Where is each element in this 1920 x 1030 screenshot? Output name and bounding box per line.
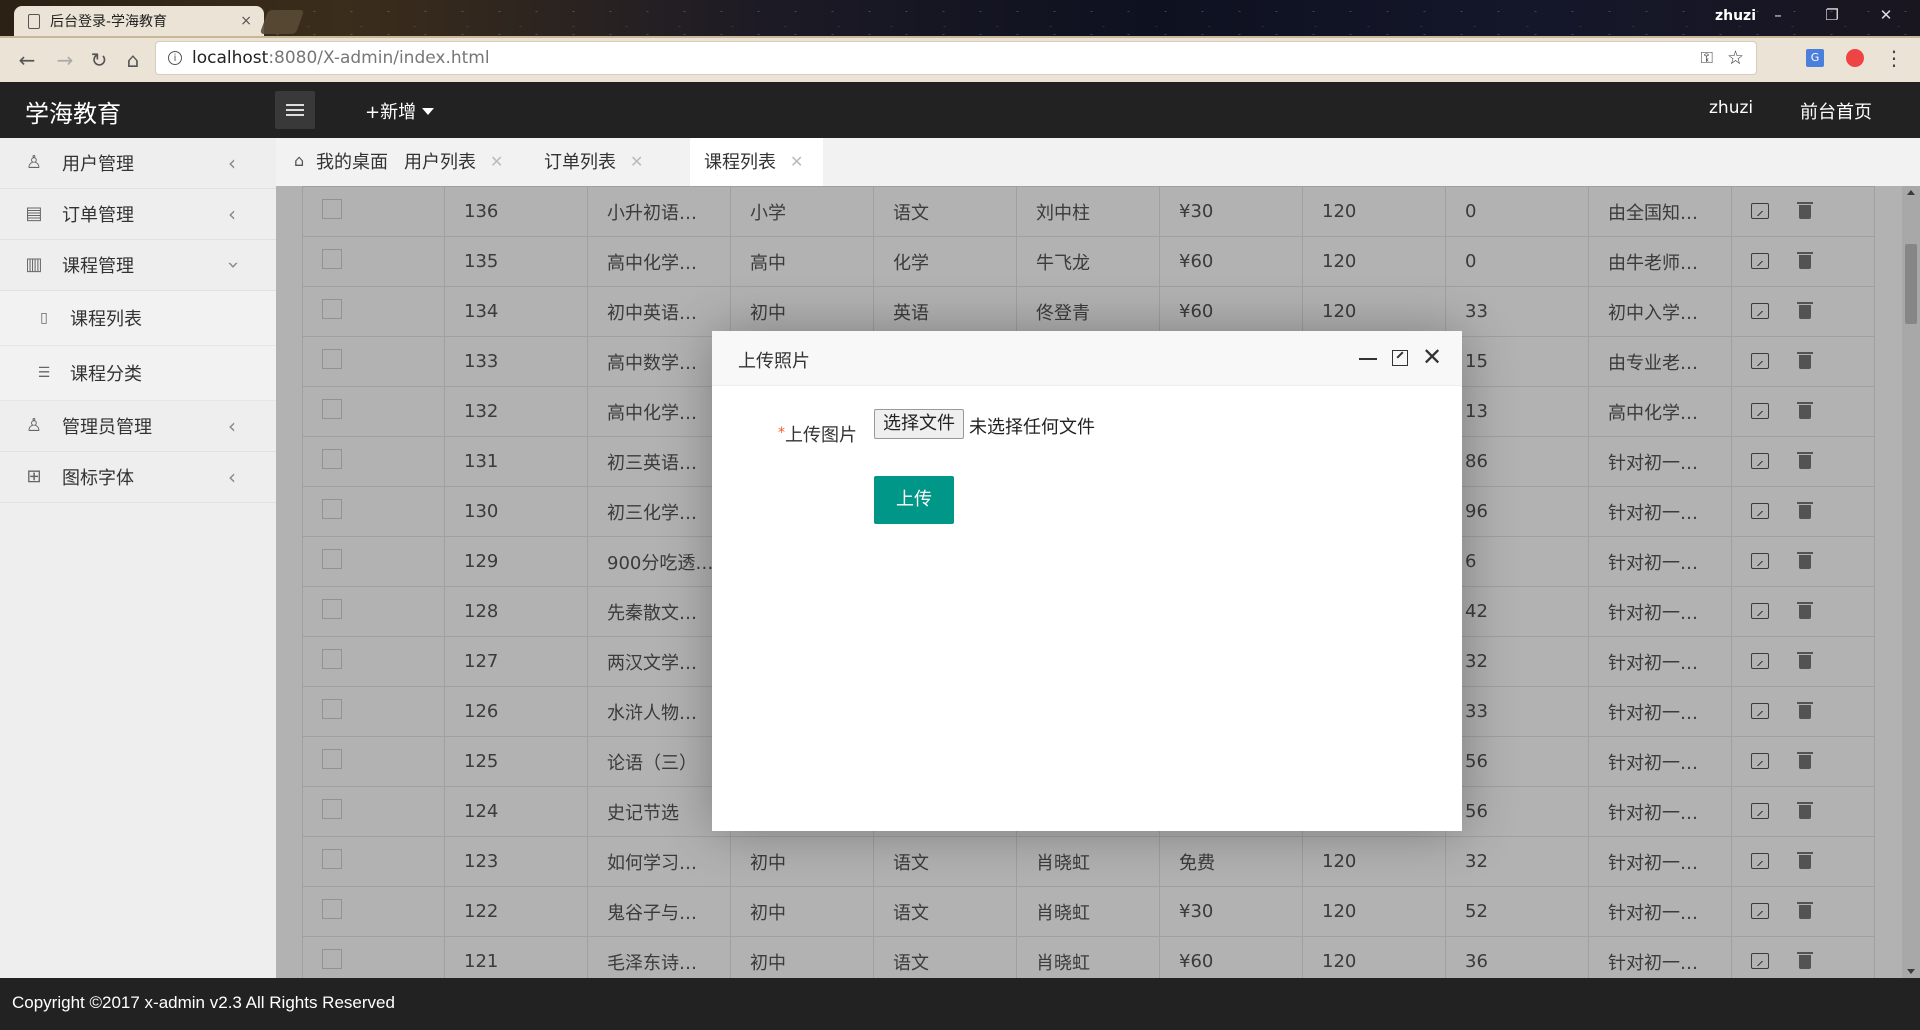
browser-tab[interactable]: 后台登录-学海教育 × [14, 6, 264, 36]
copyright-text: Copyright ©2017 x-admin v2.3 All Rights … [12, 993, 395, 1012]
chevron-left-icon: ‹ [228, 414, 236, 438]
tab-label: 订单列表 [544, 152, 616, 173]
upload-button[interactable]: 上传 [874, 476, 954, 524]
sidebar-item-icon-fonts[interactable]: ⊞ 图标字体 ‹ [0, 452, 276, 503]
sidebar-toggle-button[interactable] [275, 91, 315, 129]
sidebar-item-users[interactable]: ♙ 用户管理 ‹ [0, 138, 276, 189]
tab-course-list[interactable]: 课程列表 ✕ [690, 138, 824, 186]
user-menu[interactable]: zhuzi [1709, 98, 1753, 118]
chevron-down-icon: ‹ [220, 261, 244, 269]
frontend-home-link[interactable]: 前台首页 [1800, 98, 1872, 124]
hamburger-icon [286, 109, 304, 111]
extension-icon[interactable] [1846, 49, 1864, 67]
sidebar-item-label: 图标字体 [62, 468, 134, 489]
user-icon: ♙ [25, 152, 43, 173]
restore-window-icon[interactable]: ❐ [1812, 6, 1852, 24]
back-icon[interactable]: ← [14, 48, 40, 72]
url-path: :8080/X-admin/index.html [268, 48, 490, 68]
sidebar: ♙ 用户管理 ‹ ▤ 订单管理 ‹ ▥ 课程管理 ‹ ▯ 课程列表 ☰ 课程分类… [0, 138, 276, 978]
tab-label: 用户列表 [404, 152, 476, 173]
chevron-left-icon: ‹ [228, 202, 236, 226]
sidebar-item-label: 课程管理 [62, 256, 134, 277]
tab-order-list[interactable]: 订单列表 ✕ [544, 138, 657, 184]
required-mark: * [778, 425, 785, 441]
dialog-title: 上传照片 [738, 351, 810, 372]
info-icon[interactable]: i [168, 51, 182, 65]
document-icon [28, 13, 40, 29]
sidebar-subitem-label: 课程分类 [70, 364, 142, 385]
tab-close-icon[interactable]: ✕ [790, 152, 803, 171]
dialog-titlebar: 上传照片 ✕ [712, 331, 1462, 386]
key-icon[interactable]: ⚿ [1701, 48, 1713, 68]
footer: Copyright ©2017 x-admin v2.3 All Rights … [0, 978, 1920, 1030]
sidebar-item-courses[interactable]: ▥ 课程管理 ‹ [0, 240, 276, 291]
sidebar-item-orders[interactable]: ▤ 订单管理 ‹ [0, 189, 276, 240]
upload-photo-dialog: 上传照片 ✕ *上传图片 选择文件 未选择任何文件 上传 [712, 331, 1462, 831]
bookmark-star-icon[interactable]: ☆ [1727, 47, 1744, 69]
admin-icon: ♙ [25, 415, 43, 436]
address-bar[interactable]: i localhost:8080/X-admin/index.html ⚿ ☆ [156, 42, 1756, 74]
browser-tab-title: 后台登录-学海教育 [50, 14, 168, 30]
caret-down-icon [422, 108, 435, 115]
sidebar-subitem-course-category[interactable]: ☰ 课程分类 [0, 346, 276, 401]
home-icon[interactable]: ⌂ [120, 48, 146, 72]
order-icon: ▤ [25, 203, 43, 224]
browser-menu-icon[interactable]: ⋮ [1884, 46, 1904, 70]
reload-icon[interactable]: ↻ [86, 48, 112, 72]
sidebar-item-admins[interactable]: ♙ 管理员管理 ‹ [0, 401, 276, 452]
translate-extension-icon[interactable]: G [1806, 49, 1824, 67]
home-outline-icon: ⌂ [294, 151, 305, 170]
minimize-window-icon[interactable]: – [1758, 6, 1798, 24]
upload-field-label: *上传图片 [778, 421, 857, 447]
sidebar-item-label: 订单管理 [62, 205, 134, 226]
add-new-menu[interactable]: +新增 [365, 98, 435, 124]
tab-close-icon[interactable]: ✕ [630, 152, 643, 171]
tab-label: 我的桌面 [316, 152, 388, 173]
book-icon: ▥ [25, 254, 43, 275]
choose-file-button[interactable]: 选择文件 [874, 409, 964, 439]
tab-close-icon[interactable]: ✕ [490, 152, 503, 171]
sidebar-subitem-course-list[interactable]: ▯ 课程列表 [0, 291, 276, 346]
close-icon[interactable]: ✕ [1422, 345, 1442, 369]
maximize-icon[interactable] [1392, 350, 1408, 366]
url-host: localhost [192, 48, 269, 68]
tab-user-list[interactable]: 用户列表 ✕ [404, 138, 517, 184]
browser-tab-close-icon[interactable]: × [240, 13, 252, 29]
sidebar-item-label: 用户管理 [62, 154, 134, 175]
minimize-icon[interactable] [1359, 358, 1377, 360]
add-new-label: +新增 [365, 102, 417, 123]
upload-field-label-text: 上传图片 [785, 425, 857, 446]
file-status-text: 未选择任何文件 [969, 417, 1095, 438]
list-lines-icon: ☰ [37, 365, 51, 381]
tab-label: 课程列表 [704, 152, 776, 173]
sidebar-subitem-label: 课程列表 [70, 309, 142, 330]
app-logo[interactable]: 学海教育 [25, 94, 121, 129]
browser-profile-name[interactable]: zhuzi [1715, 8, 1756, 24]
page-tab-bar: ⌂ 我的桌面 用户列表 ✕ 订单列表 ✕ 课程列表 ✕ [276, 138, 1920, 188]
tab-my-desktop[interactable]: ⌂ 我的桌面 [276, 138, 402, 184]
grid-icon: ⊞ [26, 466, 42, 487]
chevron-left-icon: ‹ [228, 465, 236, 489]
close-window-icon[interactable]: ✕ [1866, 6, 1906, 24]
forward-icon[interactable]: → [52, 48, 78, 72]
list-doc-icon: ▯ [40, 310, 48, 326]
sidebar-item-label: 管理员管理 [62, 417, 152, 438]
chevron-left-icon: ‹ [228, 151, 236, 175]
